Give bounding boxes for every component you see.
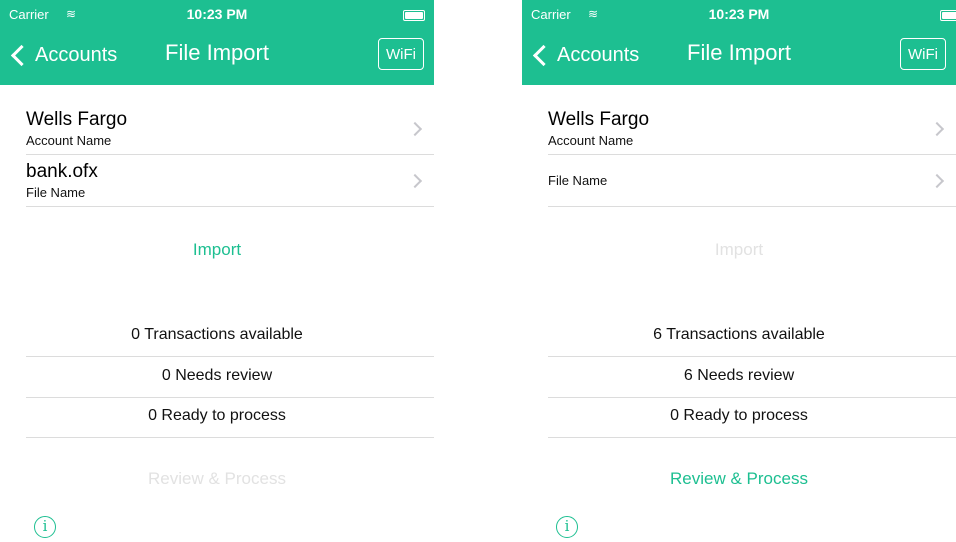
transactions-available-row: 6 Transactions available — [548, 316, 956, 357]
import-button[interactable]: Import — [522, 240, 956, 260]
file-name-row[interactable]: bank.ofx File Name — [26, 155, 434, 207]
status-bar: Carrier ≋ 10:23 PM — [522, 0, 956, 28]
status-time: 10:23 PM — [186, 6, 248, 22]
page-title: File Import — [687, 40, 791, 65]
account-name-row[interactable]: Wells Fargo Account Name — [548, 103, 956, 155]
screen-left: Carrier ≋ 10:23 PM Accounts File Import … — [0, 0, 434, 542]
ready-to-process-text: 0 Ready to process — [148, 407, 286, 424]
info-icon[interactable]: i — [556, 516, 578, 538]
account-name-caption: Account Name — [548, 133, 634, 148]
needs-review-row: 6 Needs review — [548, 357, 956, 398]
file-name-value: bank.ofx — [26, 161, 98, 182]
ready-to-process-text: 0 Ready to process — [670, 407, 808, 424]
screen-right: Carrier ≋ 10:23 PM Accounts File Import … — [522, 0, 956, 542]
status-time: 10:23 PM — [708, 6, 770, 22]
import-button[interactable]: Import — [0, 240, 434, 260]
account-name-value: Wells Fargo — [548, 109, 650, 130]
navigation-bar: Carrier ≋ 10:23 PM Accounts File Import … — [0, 0, 434, 85]
file-name-caption: File Name — [26, 185, 86, 200]
wifi-button[interactable]: WiFi — [900, 38, 946, 70]
file-name-caption: File Name — [548, 173, 608, 188]
info-icon[interactable]: i — [34, 516, 56, 538]
review-process-button[interactable]: Review & Process — [522, 469, 956, 489]
wifi-button[interactable]: WiFi — [378, 38, 424, 70]
chevron-right-icon — [407, 121, 423, 137]
chevron-right-icon — [929, 121, 945, 137]
needs-review-text: 0 Needs review — [161, 367, 273, 384]
review-process-button[interactable]: Review & Process — [0, 469, 434, 489]
transactions-available-text: 0 Transactions available — [131, 326, 303, 343]
file-name-row[interactable]: File Name — [548, 155, 956, 207]
page-title: File Import — [165, 40, 269, 65]
battery-icon — [940, 10, 956, 21]
needs-review-row: 0 Needs review — [26, 357, 434, 398]
account-name-value: Wells Fargo — [26, 109, 128, 130]
chevron-right-icon — [929, 173, 945, 189]
needs-review-text: 6 Needs review — [683, 367, 795, 384]
transactions-available-text: 6 Transactions available — [653, 326, 825, 343]
navigation-bar: Carrier ≋ 10:23 PM Accounts File Import … — [522, 0, 956, 85]
account-name-row[interactable]: Wells Fargo Account Name — [26, 103, 434, 155]
status-bar: Carrier ≋ 10:23 PM — [0, 0, 434, 28]
chevron-right-icon — [407, 173, 423, 189]
transactions-available-row: 0 Transactions available — [26, 316, 434, 357]
battery-icon — [403, 10, 425, 21]
ready-to-process-row: 0 Ready to process — [26, 397, 434, 438]
ready-to-process-row: 0 Ready to process — [548, 397, 956, 438]
account-name-caption: Account Name — [26, 133, 112, 148]
